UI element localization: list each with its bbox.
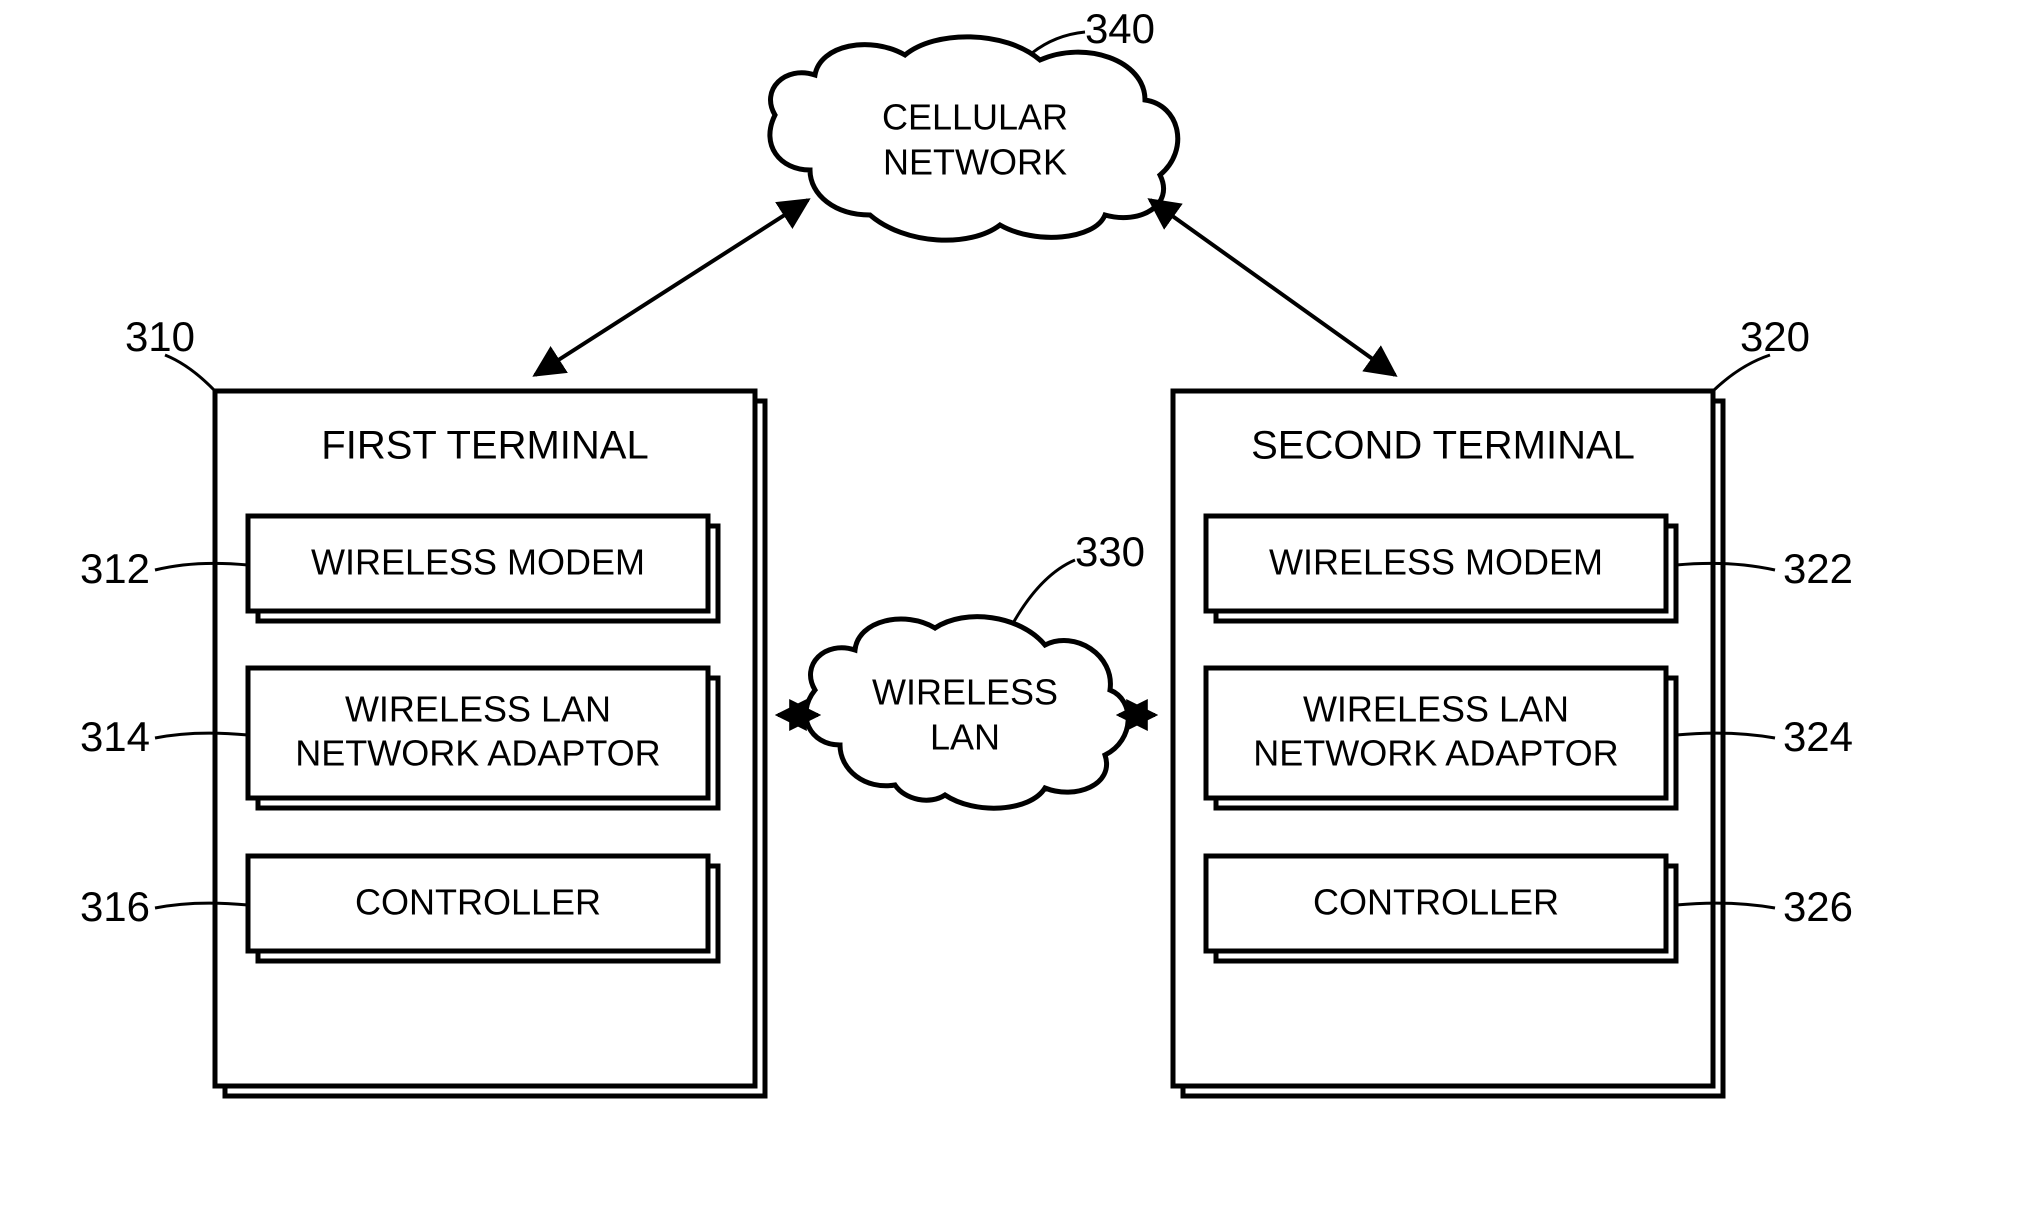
ref-316: 316 — [80, 883, 150, 930]
ref-326: 326 — [1783, 883, 1853, 930]
ref-leader-320 — [1713, 355, 1770, 391]
ref-leader-330 — [1012, 560, 1075, 625]
ref-324: 324 — [1783, 713, 1853, 760]
ref-310: 310 — [125, 313, 195, 360]
ref-340: 340 — [1085, 5, 1155, 52]
cellular-network-cloud: CELLULAR NETWORK — [770, 37, 1178, 240]
wireless-lan-cloud: WIRELESS LAN — [806, 617, 1128, 809]
first-controller-label: CONTROLLER — [355, 882, 601, 923]
arrow-first-to-cellular — [535, 200, 808, 375]
ref-314: 314 — [80, 713, 150, 760]
ref-322: 322 — [1783, 545, 1853, 592]
first-modem-label: WIRELESS MODEM — [311, 542, 645, 583]
first-terminal: FIRST TERMINAL WIRELESS MODEM WIRELESS L… — [215, 391, 765, 1096]
second-modem-label: WIRELESS MODEM — [1269, 542, 1603, 583]
first-adaptor-label1: WIRELESS LAN — [345, 689, 611, 730]
wlan-label-line1: WIRELESS — [872, 672, 1058, 713]
ref-330: 330 — [1075, 528, 1145, 575]
first-adaptor-label2: NETWORK ADAPTOR — [295, 733, 660, 774]
ref-312: 312 — [80, 545, 150, 592]
ref-320: 320 — [1740, 313, 1810, 360]
cellular-label-line2: NETWORK — [883, 142, 1067, 183]
second-terminal-title: SECOND TERMINAL — [1251, 424, 1635, 468]
second-wireless-modem: WIRELESS MODEM — [1206, 516, 1676, 621]
first-wlan-adaptor: WIRELESS LAN NETWORK ADAPTOR — [248, 668, 718, 808]
second-adaptor-label2: NETWORK ADAPTOR — [1253, 733, 1618, 774]
second-controller: CONTROLLER — [1206, 856, 1676, 961]
first-terminal-title: FIRST TERMINAL — [321, 424, 648, 468]
ref-leader-310 — [165, 355, 215, 391]
second-controller-label: CONTROLLER — [1313, 882, 1559, 923]
second-terminal: SECOND TERMINAL WIRELESS MODEM WIRELESS … — [1173, 391, 1723, 1096]
cellular-label-line1: CELLULAR — [882, 97, 1068, 138]
first-wireless-modem: WIRELESS MODEM — [248, 516, 718, 621]
arrow-second-to-cellular — [1150, 200, 1395, 375]
wlan-label-line2: LAN — [930, 717, 1000, 758]
second-wlan-adaptor: WIRELESS LAN NETWORK ADAPTOR — [1206, 668, 1676, 808]
second-adaptor-label1: WIRELESS LAN — [1303, 689, 1569, 730]
first-controller: CONTROLLER — [248, 856, 718, 961]
